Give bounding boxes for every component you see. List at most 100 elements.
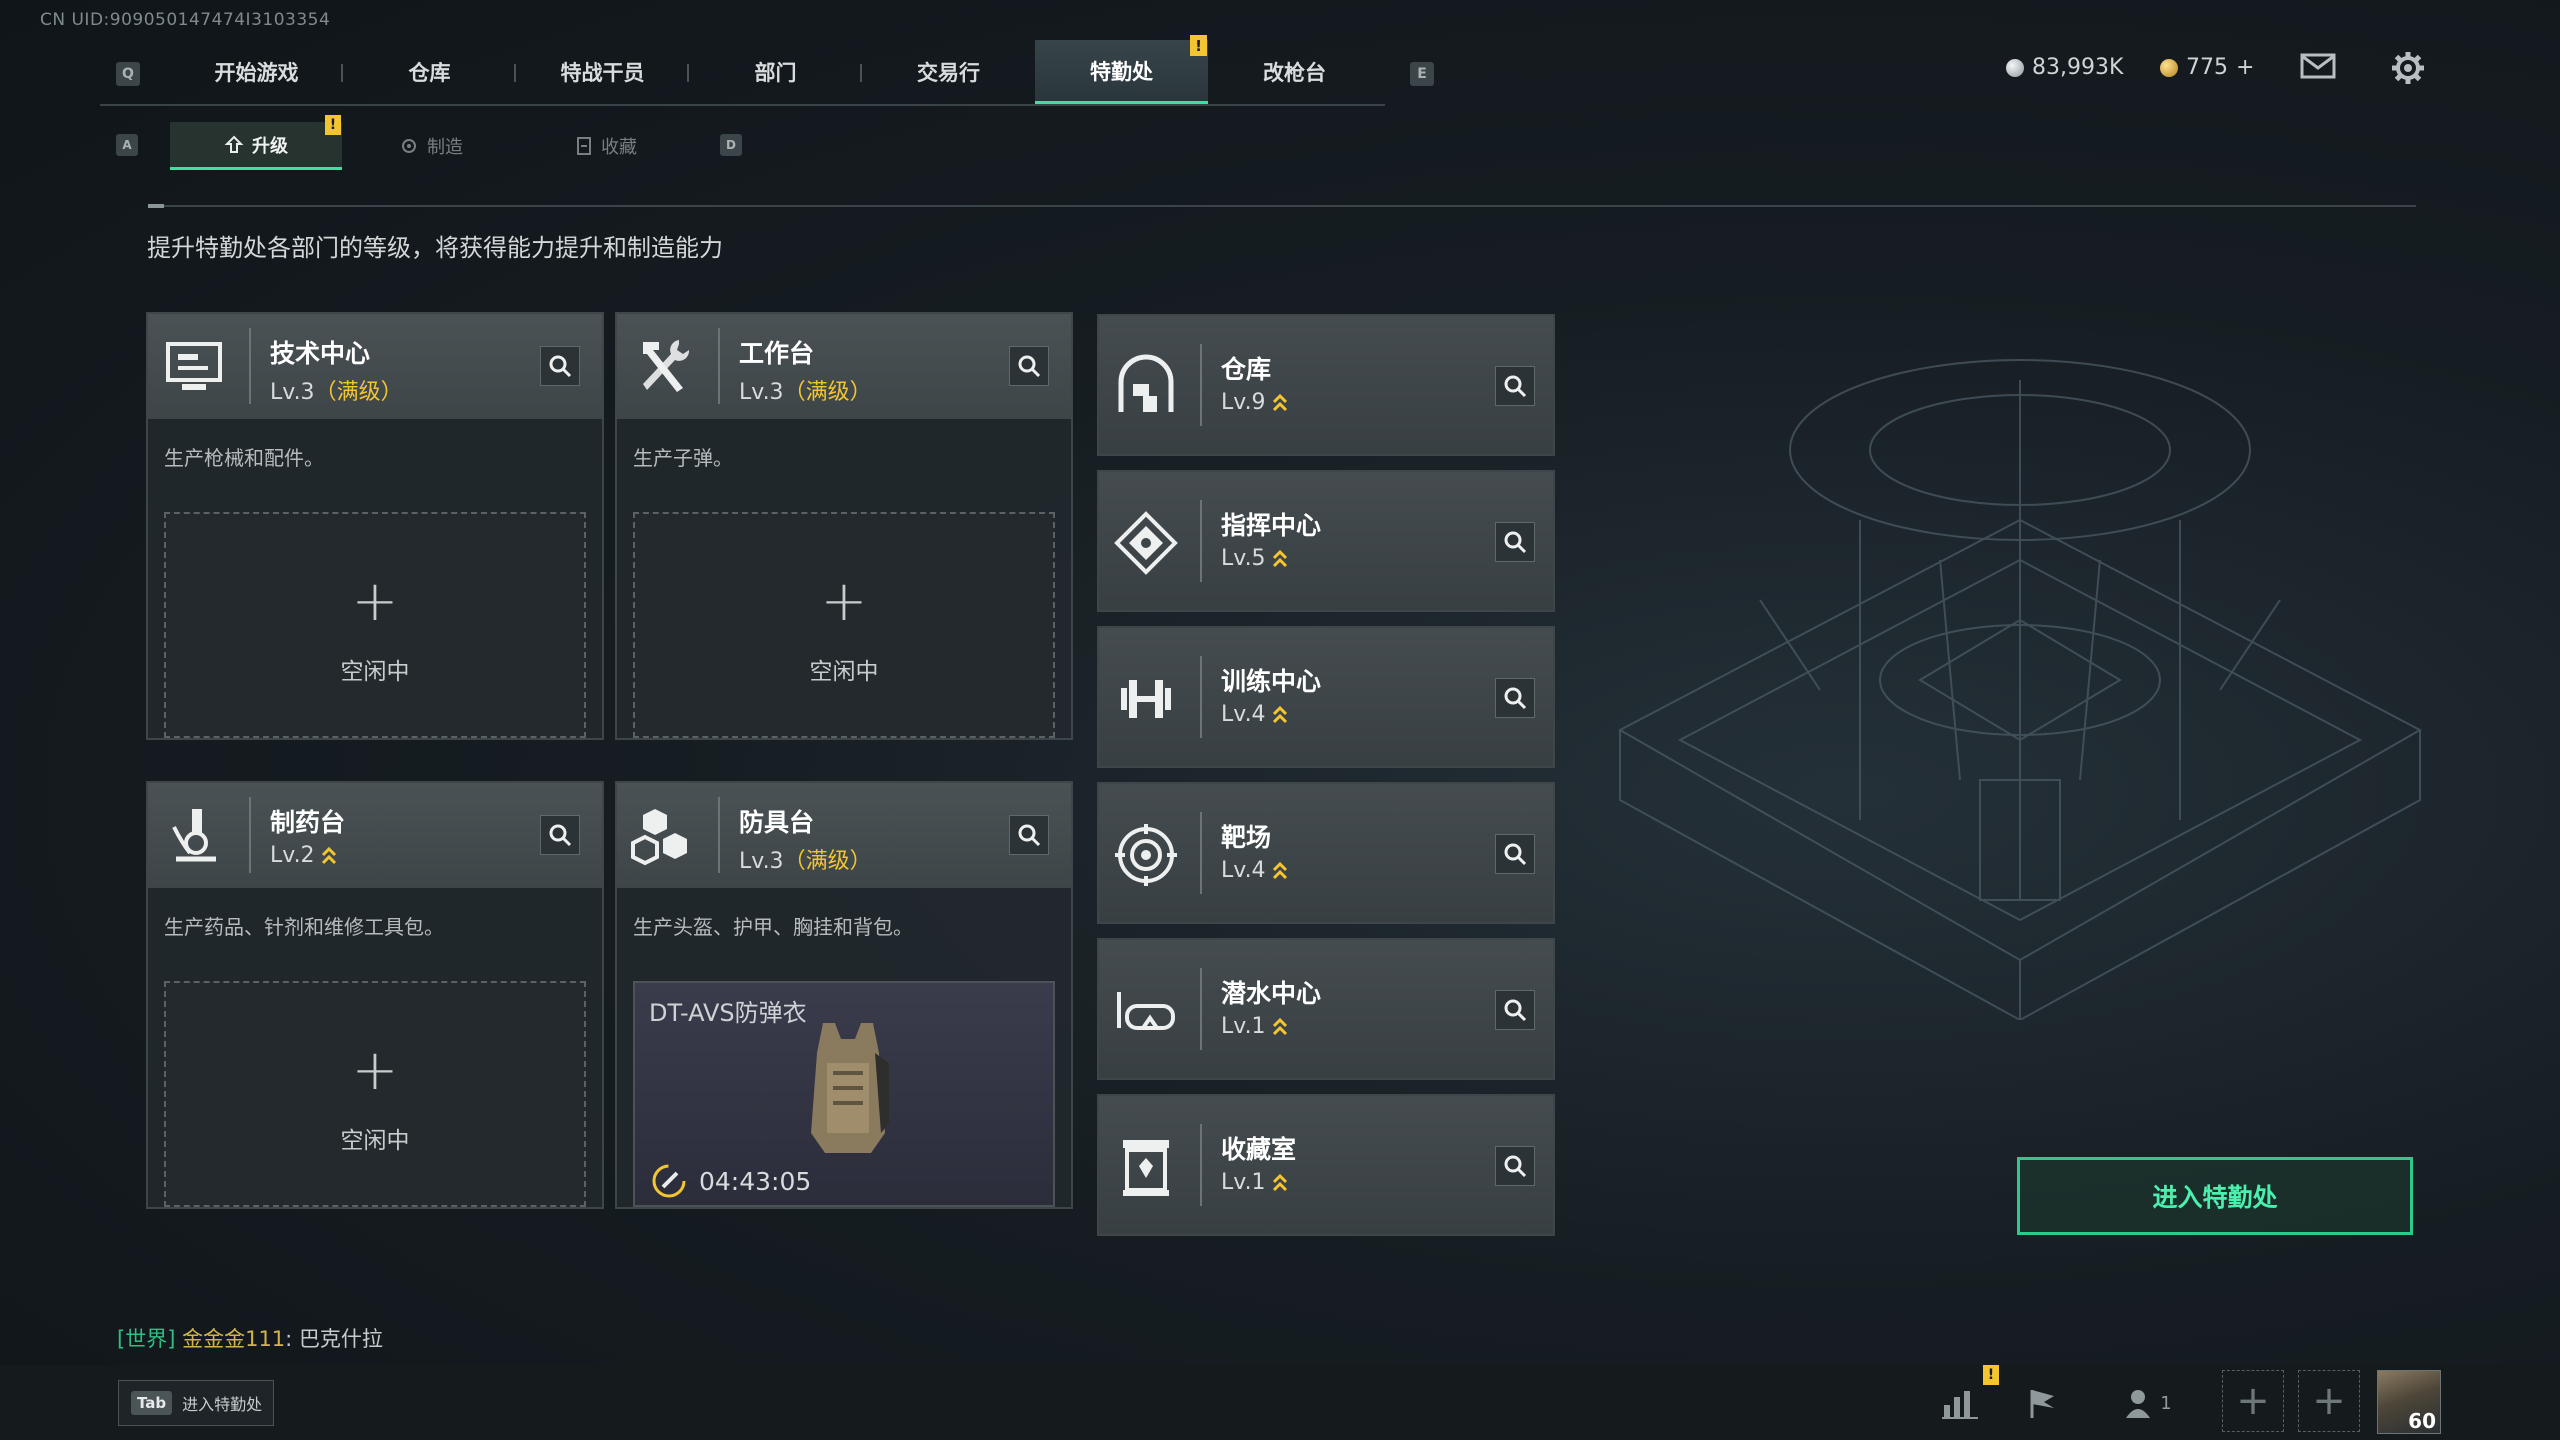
search-icon <box>1504 1155 1527 1178</box>
search-button[interactable] <box>540 815 580 855</box>
card-level: Lv.2 <box>270 843 337 868</box>
department-row-training-center[interactable]: 训练中心 Lv.4 <box>1097 626 1555 768</box>
card-divider <box>718 328 720 404</box>
row-divider <box>1200 812 1202 894</box>
craft-slot-empty[interactable]: + 空闲中 <box>164 512 586 738</box>
player-avatar[interactable]: 60 <box>2377 1370 2441 1434</box>
card-header: 工作台 Lv.3（满级） <box>617 314 1071 419</box>
row-divider <box>1200 656 1202 738</box>
search-button[interactable] <box>1495 678 1535 718</box>
department-row-collection-room[interactable]: 收藏室 Lv.1 <box>1097 1094 1555 1236</box>
stats-chart-icon[interactable] <box>1935 1378 1985 1428</box>
tab-enter-hint[interactable]: Tab 进入特勤处 <box>118 1380 274 1426</box>
search-icon <box>549 824 572 847</box>
department-row-warehouse[interactable]: 仓库 Lv.9 <box>1097 314 1555 456</box>
party-members[interactable]: 1 <box>2118 1378 2178 1428</box>
department-row-shooting-range[interactable]: 靶场 Lv.4 <box>1097 782 1555 924</box>
divider <box>148 204 2416 208</box>
player-level: 60 <box>2408 1409 2436 1433</box>
search-button[interactable] <box>1009 815 1049 855</box>
card-level: Lv.3（满级） <box>739 380 872 405</box>
tab-exchange[interactable]: 交易行 <box>862 40 1035 104</box>
next-tab-key: E <box>1410 62 1434 86</box>
subtab-collection[interactable]: 收藏 <box>520 122 692 170</box>
subtab-alert-badge: ! <box>325 115 341 135</box>
row-divider <box>1200 1124 1202 1206</box>
search-icon <box>1504 375 1527 398</box>
mail-icon[interactable] <box>2300 52 2336 80</box>
craft-slot-empty[interactable]: + 空闲中 <box>164 981 586 1207</box>
search-button[interactable] <box>1495 522 1535 562</box>
invite-slot-2[interactable]: + <box>2298 1370 2360 1432</box>
row-title: 仓库 <box>1221 355 1272 384</box>
craft-slot-active[interactable]: DT-AVS防弹衣 04:43:05 <box>633 981 1055 1207</box>
row-level: Lv.9 <box>1221 390 1288 415</box>
tab-departments[interactable]: 部门 <box>689 40 862 104</box>
dumbbell-icon <box>1121 680 1171 718</box>
card-header: 技术中心 Lv.3（满级） <box>148 314 602 419</box>
flag-icon[interactable] <box>2018 1378 2068 1428</box>
card-description: 生产子弹。 <box>633 446 733 470</box>
workshop-card-armor-bench[interactable]: 防具台 Lv.3（满级） 生产头盔、护甲、胸挂和背包。 DT-AVS防弹衣 04… <box>615 781 1073 1209</box>
upgrade-available-icon <box>1272 1173 1287 1191</box>
card-title: 制药台 <box>270 808 346 837</box>
department-row-dive-center[interactable]: 潜水中心 Lv.1 <box>1097 938 1555 1080</box>
search-icon <box>1018 824 1041 847</box>
tab-start-game[interactable]: 开始游戏 <box>170 40 343 104</box>
search-button[interactable] <box>1009 346 1049 386</box>
computer-icon <box>166 342 222 390</box>
workshop-card-pharmacy[interactable]: 制药台 Lv.2 生产药品、针剂和维修工具包。 + 空闲中 <box>146 781 604 1209</box>
upgrade-available-icon <box>1272 393 1287 411</box>
subtab-upgrade[interactable]: 升级 <box>170 122 342 170</box>
tab-key: Tab <box>131 1391 173 1415</box>
chat-sender[interactable]: 金金金111 <box>182 1327 285 1351</box>
add-gold-icon[interactable]: + <box>2236 55 2254 80</box>
card-level: Lv.3（满级） <box>739 849 872 874</box>
next-subtab-key: D <box>720 134 742 156</box>
hammer-wrench-icon <box>643 340 690 392</box>
person-icon <box>2126 1390 2151 1418</box>
search-button[interactable] <box>540 346 580 386</box>
row-title: 收藏室 <box>1221 1135 1297 1164</box>
card-level: Lv.3（满级） <box>270 380 403 405</box>
search-button[interactable] <box>1495 834 1535 874</box>
invite-slot-1[interactable]: + <box>2222 1370 2284 1432</box>
row-title: 潜水中心 <box>1221 979 1322 1008</box>
row-title: 训练中心 <box>1221 667 1322 696</box>
microscope-icon <box>172 809 216 862</box>
workshop-card-workbench[interactable]: 工作台 Lv.3（满级） 生产子弹。 + 空闲中 <box>615 312 1073 740</box>
gold-currency[interactable]: 775 + <box>2160 55 2254 80</box>
settings-gear-icon[interactable] <box>2390 50 2426 86</box>
slot-status: 空闲中 <box>809 659 879 685</box>
row-title: 指挥中心 <box>1221 511 1322 540</box>
row-divider <box>1200 968 1202 1050</box>
stats-alert-badge: ! <box>1983 1365 1999 1385</box>
page-hint: 提升特勤处各部门的等级，将获得能力提升和制造能力 <box>147 234 723 262</box>
tab-special-ops[interactable]: 特勤处 <box>1035 40 1208 104</box>
silver-currency: 83,993K <box>2006 55 2123 80</box>
search-button[interactable] <box>1495 366 1535 406</box>
dive-mask-icon <box>1117 992 1175 1030</box>
target-icon <box>1115 824 1177 886</box>
search-icon <box>1504 531 1527 554</box>
subtab-craft[interactable]: 制造 <box>345 122 517 170</box>
search-button[interactable] <box>1495 1146 1535 1186</box>
tab-warehouse[interactable]: 仓库 <box>343 40 516 104</box>
card-description: 生产枪械和配件。 <box>164 446 324 470</box>
base-wireframe-illustration <box>1617 359 2423 1020</box>
upgrade-available-icon <box>1272 861 1287 879</box>
row-level: Lv.1 <box>1221 1170 1288 1195</box>
search-button[interactable] <box>1495 990 1535 1030</box>
vault-icon <box>1118 354 1174 412</box>
tab-gunsmith[interactable]: 改枪台 <box>1208 40 1381 104</box>
row-level: Lv.1 <box>1221 1014 1288 1039</box>
tab-operators[interactable]: 特战干员 <box>516 40 689 104</box>
trophy-icon <box>577 137 591 155</box>
card-title: 工作台 <box>739 339 815 368</box>
workshop-card-tech-center[interactable]: 技术中心 Lv.3（满级） 生产枪械和配件。 + 空闲中 <box>146 312 604 740</box>
department-row-command-center[interactable]: 指挥中心 Lv.5 <box>1097 470 1555 612</box>
chat-text: 巴克什拉 <box>298 1327 383 1351</box>
world-chat-message: [世界] 金金金111: 巴克什拉 <box>117 1327 383 1351</box>
craft-slot-empty[interactable]: + 空闲中 <box>633 512 1055 738</box>
enter-special-ops-button[interactable]: 进入特勤处 <box>2017 1157 2413 1235</box>
